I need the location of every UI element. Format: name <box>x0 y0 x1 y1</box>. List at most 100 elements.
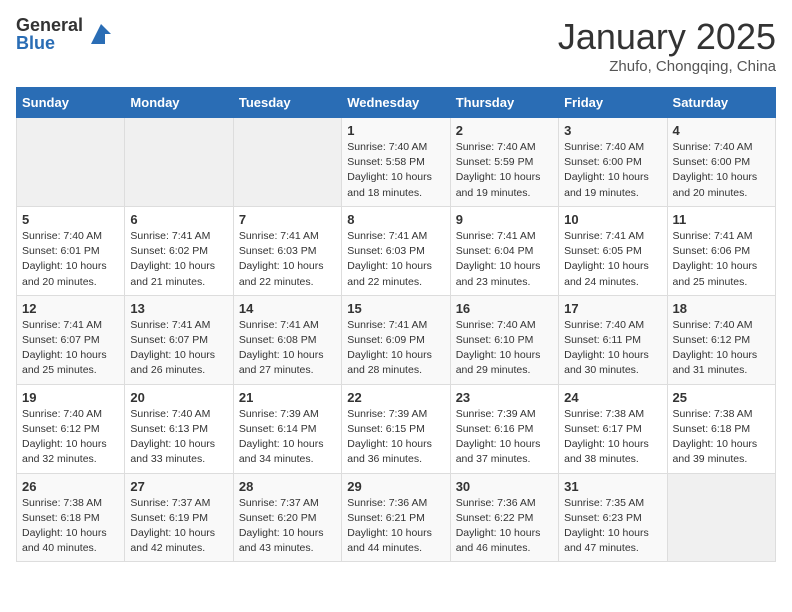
day-info: Sunrise: 7:39 AM Sunset: 6:15 PM Dayligh… <box>347 408 432 466</box>
day-number: 17 <box>564 301 661 316</box>
day-info: Sunrise: 7:40 AM Sunset: 6:12 PM Dayligh… <box>673 319 758 377</box>
day-info: Sunrise: 7:40 AM Sunset: 5:58 PM Dayligh… <box>347 141 432 199</box>
location-subtitle: Zhufo, Chongqing, China <box>558 58 776 75</box>
calendar-cell: 24Sunrise: 7:38 AM Sunset: 6:17 PM Dayli… <box>559 384 667 473</box>
day-info: Sunrise: 7:35 AM Sunset: 6:23 PM Dayligh… <box>564 497 649 555</box>
calendar-cell <box>17 118 125 207</box>
calendar-cell: 30 Sunrise: 7:36 AM Sunset: 6:22 PM Dayli… <box>450 473 558 562</box>
day-number: 2 <box>456 123 553 138</box>
calendar-cell: 7 Sunrise: 7:41 AM Sunset: 6:03 PM Daylig… <box>233 206 341 295</box>
weekday-header-saturday: Saturday <box>667 88 775 118</box>
calendar-cell: 10Sunrise: 7:41 AM Sunset: 6:05 PM Dayli… <box>559 206 667 295</box>
month-title: January 2025 <box>558 16 776 58</box>
week-row-4: 19 Sunrise: 7:40 AM Sunset: 6:12 PM Dayli… <box>17 384 776 473</box>
week-row-2: 5 Sunrise: 7:40 AM Sunset: 6:01 PM Daylig… <box>17 206 776 295</box>
calendar-cell: 20 Sunrise: 7:40 AM Sunset: 6:13 PM Dayli… <box>125 384 233 473</box>
day-number: 5 <box>22 212 119 227</box>
calendar-cell: 31 Sunrise: 7:35 AM Sunset: 6:23 PM Dayli… <box>559 473 667 562</box>
day-number: 21 <box>239 390 336 405</box>
day-info: Sunrise: 7:41 AM Sunset: 6:07 PM Dayligh… <box>22 319 107 377</box>
day-info: Sunrise: 7:41 AM Sunset: 6:03 PM Dayligh… <box>239 230 324 288</box>
day-number: 30 <box>456 479 553 494</box>
calendar-cell <box>667 473 775 562</box>
day-info: Sunrise: 7:36 AM Sunset: 6:21 PM Dayligh… <box>347 497 432 555</box>
calendar-cell: 21 Sunrise: 7:39 AM Sunset: 6:14 PM Dayli… <box>233 384 341 473</box>
calendar-cell: 6Sunrise: 7:41 AM Sunset: 6:02 PM Daylig… <box>125 206 233 295</box>
calendar-cell: 25Sunrise: 7:38 AM Sunset: 6:18 PM Dayli… <box>667 384 775 473</box>
day-info: Sunrise: 7:41 AM Sunset: 6:09 PM Dayligh… <box>347 319 432 377</box>
week-row-1: 1 Sunrise: 7:40 AM Sunset: 5:58 PM Daylig… <box>17 118 776 207</box>
day-info: Sunrise: 7:41 AM Sunset: 6:02 PM Dayligh… <box>130 230 215 288</box>
weekday-header-wednesday: Wednesday <box>342 88 450 118</box>
calendar-cell: 4 Sunrise: 7:40 AM Sunset: 6:00 PM Daylig… <box>667 118 775 207</box>
day-info: Sunrise: 7:40 AM Sunset: 6:01 PM Dayligh… <box>22 230 107 288</box>
day-info: Sunrise: 7:41 AM Sunset: 6:07 PM Dayligh… <box>130 319 215 377</box>
day-info: Sunrise: 7:37 AM Sunset: 6:20 PM Dayligh… <box>239 497 324 555</box>
day-number: 10 <box>564 212 661 227</box>
day-number: 23 <box>456 390 553 405</box>
week-row-5: 26 Sunrise: 7:38 AM Sunset: 6:18 PM Dayli… <box>17 473 776 562</box>
calendar-cell: 1 Sunrise: 7:40 AM Sunset: 5:58 PM Daylig… <box>342 118 450 207</box>
day-number: 20 <box>130 390 227 405</box>
day-info: Sunrise: 7:41 AM Sunset: 6:06 PM Dayligh… <box>673 230 758 288</box>
day-number: 1 <box>347 123 444 138</box>
day-number: 19 <box>22 390 119 405</box>
calendar-table: SundayMondayTuesdayWednesdayThursdayFrid… <box>16 87 776 562</box>
day-number: 22 <box>347 390 444 405</box>
calendar-cell: 8 Sunrise: 7:41 AM Sunset: 6:03 PM Daylig… <box>342 206 450 295</box>
logo-blue-text: Blue <box>16 34 83 52</box>
calendar-cell: 5 Sunrise: 7:40 AM Sunset: 6:01 PM Daylig… <box>17 206 125 295</box>
calendar-cell: 17 Sunrise: 7:40 AM Sunset: 6:11 PM Dayli… <box>559 295 667 384</box>
page-header: General Blue January 2025 Zhufo, Chongqi… <box>16 16 776 75</box>
day-info: Sunrise: 7:40 AM Sunset: 6:12 PM Dayligh… <box>22 408 107 466</box>
day-info: Sunrise: 7:38 AM Sunset: 6:18 PM Dayligh… <box>22 497 107 555</box>
day-number: 9 <box>456 212 553 227</box>
weekday-header-tuesday: Tuesday <box>233 88 341 118</box>
day-number: 29 <box>347 479 444 494</box>
calendar-cell: 12 Sunrise: 7:41 AM Sunset: 6:07 PM Dayli… <box>17 295 125 384</box>
weekday-header-row: SundayMondayTuesdayWednesdayThursdayFrid… <box>17 88 776 118</box>
day-info: Sunrise: 7:37 AM Sunset: 6:19 PM Dayligh… <box>130 497 215 555</box>
calendar-cell <box>125 118 233 207</box>
day-info: Sunrise: 7:40 AM Sunset: 6:00 PM Dayligh… <box>673 141 758 199</box>
day-number: 14 <box>239 301 336 316</box>
day-number: 31 <box>564 479 661 494</box>
day-info: Sunrise: 7:40 AM Sunset: 6:13 PM Dayligh… <box>130 408 215 466</box>
day-info: Sunrise: 7:41 AM Sunset: 6:03 PM Dayligh… <box>347 230 432 288</box>
day-info: Sunrise: 7:41 AM Sunset: 6:04 PM Dayligh… <box>456 230 541 288</box>
logo-general-text: General <box>16 16 83 34</box>
day-number: 16 <box>456 301 553 316</box>
day-number: 3 <box>564 123 661 138</box>
day-info: Sunrise: 7:40 AM Sunset: 6:11 PM Dayligh… <box>564 319 649 377</box>
day-number: 7 <box>239 212 336 227</box>
week-row-3: 12 Sunrise: 7:41 AM Sunset: 6:07 PM Dayli… <box>17 295 776 384</box>
day-info: Sunrise: 7:40 AM Sunset: 6:10 PM Dayligh… <box>456 319 541 377</box>
day-number: 8 <box>347 212 444 227</box>
calendar-cell: 15 Sunrise: 7:41 AM Sunset: 6:09 PM Dayli… <box>342 295 450 384</box>
day-info: Sunrise: 7:39 AM Sunset: 6:14 PM Dayligh… <box>239 408 324 466</box>
weekday-header-friday: Friday <box>559 88 667 118</box>
logo: General Blue <box>16 16 115 52</box>
day-number: 25 <box>673 390 770 405</box>
day-number: 11 <box>673 212 770 227</box>
weekday-header-thursday: Thursday <box>450 88 558 118</box>
weekday-header-sunday: Sunday <box>17 88 125 118</box>
day-number: 15 <box>347 301 444 316</box>
day-info: Sunrise: 7:36 AM Sunset: 6:22 PM Dayligh… <box>456 497 541 555</box>
day-number: 12 <box>22 301 119 316</box>
day-info: Sunrise: 7:39 AM Sunset: 6:16 PM Dayligh… <box>456 408 541 466</box>
weekday-header-monday: Monday <box>125 88 233 118</box>
calendar-cell: 26 Sunrise: 7:38 AM Sunset: 6:18 PM Dayli… <box>17 473 125 562</box>
calendar-cell <box>233 118 341 207</box>
day-info: Sunrise: 7:38 AM Sunset: 6:17 PM Dayligh… <box>564 408 649 466</box>
calendar-cell: 11 Sunrise: 7:41 AM Sunset: 6:06 PM Dayli… <box>667 206 775 295</box>
day-number: 26 <box>22 479 119 494</box>
day-info: Sunrise: 7:41 AM Sunset: 6:08 PM Dayligh… <box>239 319 324 377</box>
day-number: 4 <box>673 123 770 138</box>
day-number: 27 <box>130 479 227 494</box>
calendar-cell: 23 Sunrise: 7:39 AM Sunset: 6:16 PM Dayli… <box>450 384 558 473</box>
day-number: 13 <box>130 301 227 316</box>
day-number: 28 <box>239 479 336 494</box>
calendar-cell: 16 Sunrise: 7:40 AM Sunset: 6:10 PM Dayli… <box>450 295 558 384</box>
calendar-cell: 3Sunrise: 7:40 AM Sunset: 6:00 PM Daylig… <box>559 118 667 207</box>
